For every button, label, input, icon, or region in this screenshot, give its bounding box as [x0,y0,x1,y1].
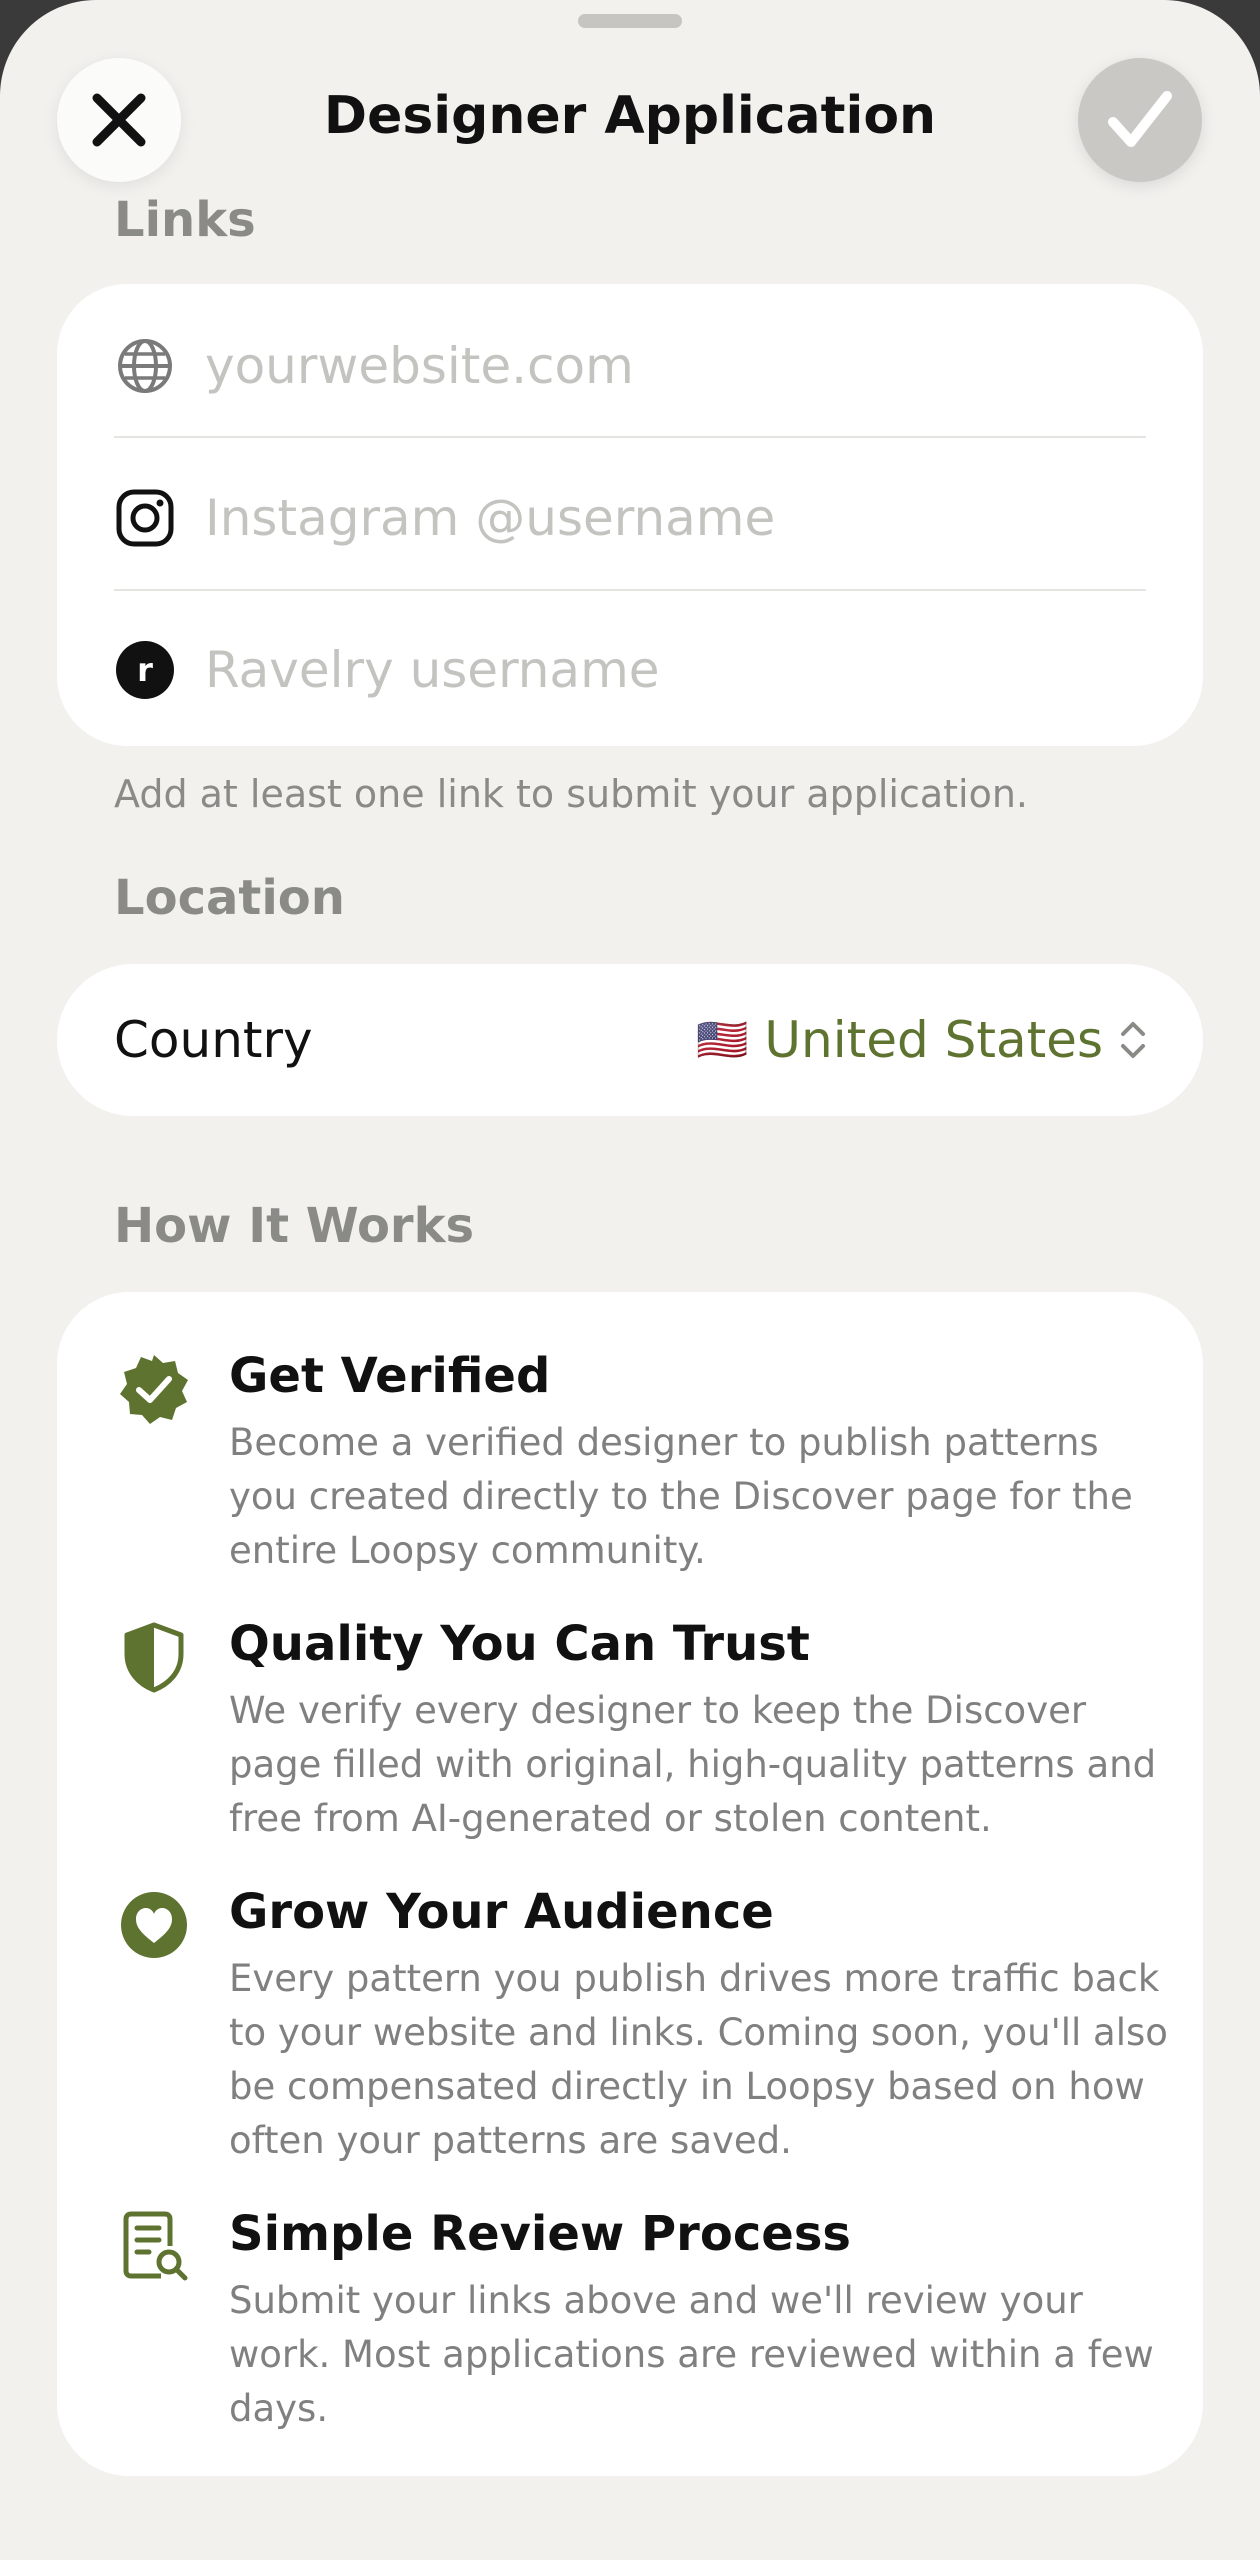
shield-icon [117,1620,191,1694]
ravelry-field-row[interactable]: r Ravelry username [57,594,1203,746]
chevron-up-down-icon [1121,1022,1145,1058]
verified-badge-icon [117,1352,191,1426]
location-section-title: Location [114,870,345,926]
divider [114,436,1146,438]
links-helper-text: Add at least one link to submit your app… [114,772,1028,816]
us-flag-icon: 🇺🇸 [696,1015,749,1064]
instagram-field-row[interactable]: Instagram @username [57,442,1203,594]
divider [114,589,1146,591]
how-item-description: Become a verified designer to publish pa… [229,1421,1133,1572]
document-search-icon [117,2210,191,2284]
instagram-icon [115,488,175,548]
ravelry-icon: r [115,640,175,700]
how-item-title: Quality You Can Trust [229,1616,810,1672]
links-card: yourwebsite.com Instagram @username r Ra… [57,284,1203,746]
ravelry-input[interactable]: Ravelry username [205,641,660,699]
website-field-row[interactable]: yourwebsite.com [57,290,1203,442]
page-title: Designer Application [323,86,937,146]
checkmark-icon [1108,91,1172,147]
instagram-input[interactable]: Instagram @username [205,489,775,547]
country-value: United States [764,1011,1103,1069]
submit-button[interactable] [1078,58,1202,182]
how-item-description: Submit your links above and we'll review… [229,2279,1154,2430]
how-it-works-title: How It Works [114,1198,475,1254]
how-it-works-card: Get Verified Become a verified designer … [57,1292,1203,2476]
heart-icon [117,1888,191,1962]
sheet-grabber[interactable] [578,14,682,28]
svg-text:r: r [137,651,153,689]
how-item-description: We verify every designer to keep the Dis… [229,1689,1157,1840]
how-item-description: Every pattern you publish drives more tr… [229,1957,1168,2162]
country-selector[interactable]: 🇺🇸 United States [696,964,1147,1116]
how-item-title: Grow Your Audience [229,1884,774,1940]
website-input[interactable]: yourwebsite.com [205,337,634,395]
how-item-title: Simple Review Process [229,2206,851,2262]
links-section-title: Links [114,192,256,248]
how-item-title: Get Verified [229,1348,551,1404]
globe-icon [115,336,175,396]
country-label: Country [114,1011,313,1069]
country-picker[interactable]: Country 🇺🇸 United States [57,964,1203,1116]
application-sheet: Designer Application Links yourwebsite.c… [0,0,1260,2560]
